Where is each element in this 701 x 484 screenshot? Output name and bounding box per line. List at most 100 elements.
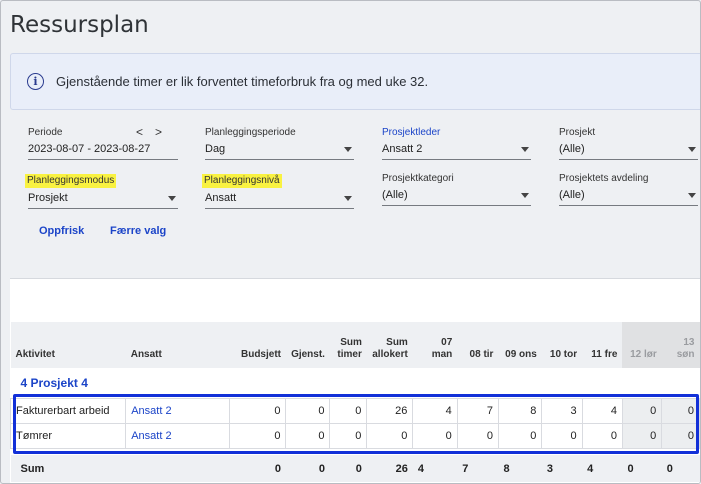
cell-day-07[interactable]: 4 [412,397,458,424]
chevron-down-icon [688,147,696,152]
prosjektleder-field: Prosjektleder Ansatt 2 [382,127,531,160]
col-sum-allokert-line2: allokert [372,349,408,360]
cell-day-13[interactable]: 0 [661,397,700,424]
cell-sum-allokert: 26 [366,397,414,424]
sum-row: Sum 0 0 0 26 4 7 8 3 4 0 0 [10,455,700,482]
cell-aktivitet: Tømrer [9,422,127,449]
prosjektets-avdeling-value: (Alle) [559,189,585,201]
col-sum-timer-line1: Sum [340,337,362,348]
col-budsjett[interactable]: Budsjett [229,322,286,368]
cell-day-08[interactable]: 7 [456,397,499,424]
sum-sum-allokert: 26 [366,455,413,482]
cell-gjenst[interactable]: 0 [285,397,331,424]
planleggingsniva-label: Planleggingsnivå [202,174,282,188]
cell-day-11[interactable]: 4 [581,397,623,424]
cell-day-11[interactable]: 0 [581,422,623,449]
app-frame: Ressursplan i Gjenstående timer er lik f… [0,0,701,484]
chevron-down-icon [688,193,696,198]
period-nav: <> [136,125,174,139]
planleggingsmodus-select[interactable]: Prosjekt [28,191,178,209]
prosjekt-select[interactable]: (Alle) [559,142,698,160]
prosjektkategori-select[interactable]: (Alle) [382,188,531,206]
col-ansatt[interactable]: Ansatt [125,322,230,368]
planleggingsmodus-field: Planleggingsmodus Prosjekt [25,170,178,209]
group-title[interactable]: 4 Prosjekt 4 [10,368,700,398]
planleggingsmodus-label: Planleggingsmodus [25,174,117,188]
cell-ansatt-link[interactable]: Ansatt 2 [125,422,230,449]
cell-day-10[interactable]: 0 [541,422,583,449]
info-banner: i Gjenstående timer er lik forventet tim… [10,53,700,110]
table-row: Fakturerbart arbeid Ansatt 2 0 0 0 26 4 … [9,397,700,424]
cell-sum-timer: 0 [329,397,368,424]
sum-gjenst: 0 [285,455,330,482]
col-gjenst[interactable]: Gjenst. [285,322,330,368]
col-day-10[interactable]: 10 tor [541,322,583,368]
prosjektets-avdeling-label: Prosjektets avdeling [559,173,649,184]
planleggingsniva-field: Planleggingsnivå Ansatt [202,170,354,209]
prosjektets-avdeling-select[interactable]: (Alle) [559,188,698,206]
chevron-down-icon [168,196,176,201]
planleggingsperiode-label: Planleggingsperiode [205,127,296,138]
chevron-down-icon [344,196,352,201]
sum-day-10: 3 [541,455,583,482]
prosjekt-field: Prosjekt (Alle) [559,127,698,160]
prosjekt-value: (Alle) [559,143,585,155]
planleggingsperiode-field: Planleggingsperiode Dag [205,127,354,160]
cell-gjenst[interactable]: 0 [285,422,331,449]
col-day-09[interactable]: 09 ons [498,322,542,368]
col-day-13[interactable]: 13 søn [661,322,700,368]
sum-day-12: 0 [622,455,662,482]
fewer-options-button[interactable]: Færre valg [110,225,166,237]
prosjektets-avdeling-field: Prosjektets avdeling (Alle) [559,173,698,206]
cell-budsjett[interactable]: 0 [228,422,287,449]
col-day-07[interactable]: 07 man [412,322,458,368]
sum-day-08: 7 [457,455,499,482]
info-text: Gjenstående timer er lik forventet timef… [56,74,429,89]
planleggingsniva-select[interactable]: Ansatt [205,191,354,209]
prosjekt-label: Prosjekt [559,127,596,138]
sum-label: Sum [10,455,126,482]
prev-period-button[interactable]: < [136,125,155,139]
cell-day-13[interactable]: 0 [661,422,700,449]
col-sum-timer[interactable]: Sum timer [329,322,367,368]
cell-day-12[interactable]: 0 [621,397,663,424]
col-day-12[interactable]: 12 lør [622,322,662,368]
planleggingsperiode-select[interactable]: Dag [205,142,354,160]
planleggingsperiode-value: Dag [205,143,226,155]
prosjektkategori-field: Prosjektkategori (Alle) [382,173,531,206]
sum-day-13: 0 [661,455,700,482]
prosjektleder-label: Prosjektleder [382,127,441,138]
col-sum-allokert-line1: Sum [386,337,408,348]
cell-day-12[interactable]: 0 [621,422,663,449]
spacer-row [10,448,700,455]
prosjektkategori-value: (Alle) [382,189,408,201]
cell-day-09[interactable]: 0 [497,422,543,449]
prosjektleder-value: Ansatt 2 [382,143,423,155]
chevron-down-icon [521,147,529,152]
sum-day-11: 4 [582,455,623,482]
cell-aktivitet: Fakturerbart arbeid [9,397,127,424]
cell-day-08[interactable]: 0 [456,422,499,449]
next-period-button[interactable]: > [155,125,174,139]
col-day-08[interactable]: 08 tir [457,322,499,368]
planleggingsniva-value: Ansatt [205,192,237,204]
col-day-11[interactable]: 11 fre [582,322,623,368]
col-sum-allokert[interactable]: Sum allokert [366,322,413,368]
info-icon: i [27,73,44,90]
cell-day-10[interactable]: 3 [541,397,583,424]
sum-day-07: 4 [412,455,458,482]
cell-day-07[interactable]: 0 [412,422,458,449]
cell-ansatt-link[interactable]: Ansatt 2 [125,397,230,424]
cell-budsjett[interactable]: 0 [228,397,287,424]
chevron-down-icon [521,193,529,198]
prosjektleder-select[interactable]: Ansatt 2 [382,142,531,160]
cell-day-09[interactable]: 8 [497,397,543,424]
refresh-button[interactable]: Oppfrisk [39,225,84,237]
col-aktivitet[interactable]: Aktivitet [10,322,126,368]
cell-sum-timer: 0 [329,422,368,449]
prosjektkategori-label: Prosjektkategori [382,173,454,184]
cell-sum-allokert: 0 [366,422,414,449]
periode-value[interactable]: 2023-08-07 - 2023-08-27 [28,142,178,160]
resource-table: Aktivitet Ansatt Budsjett Gjenst. Sum tim… [9,322,700,482]
sum-ansatt [125,455,230,482]
